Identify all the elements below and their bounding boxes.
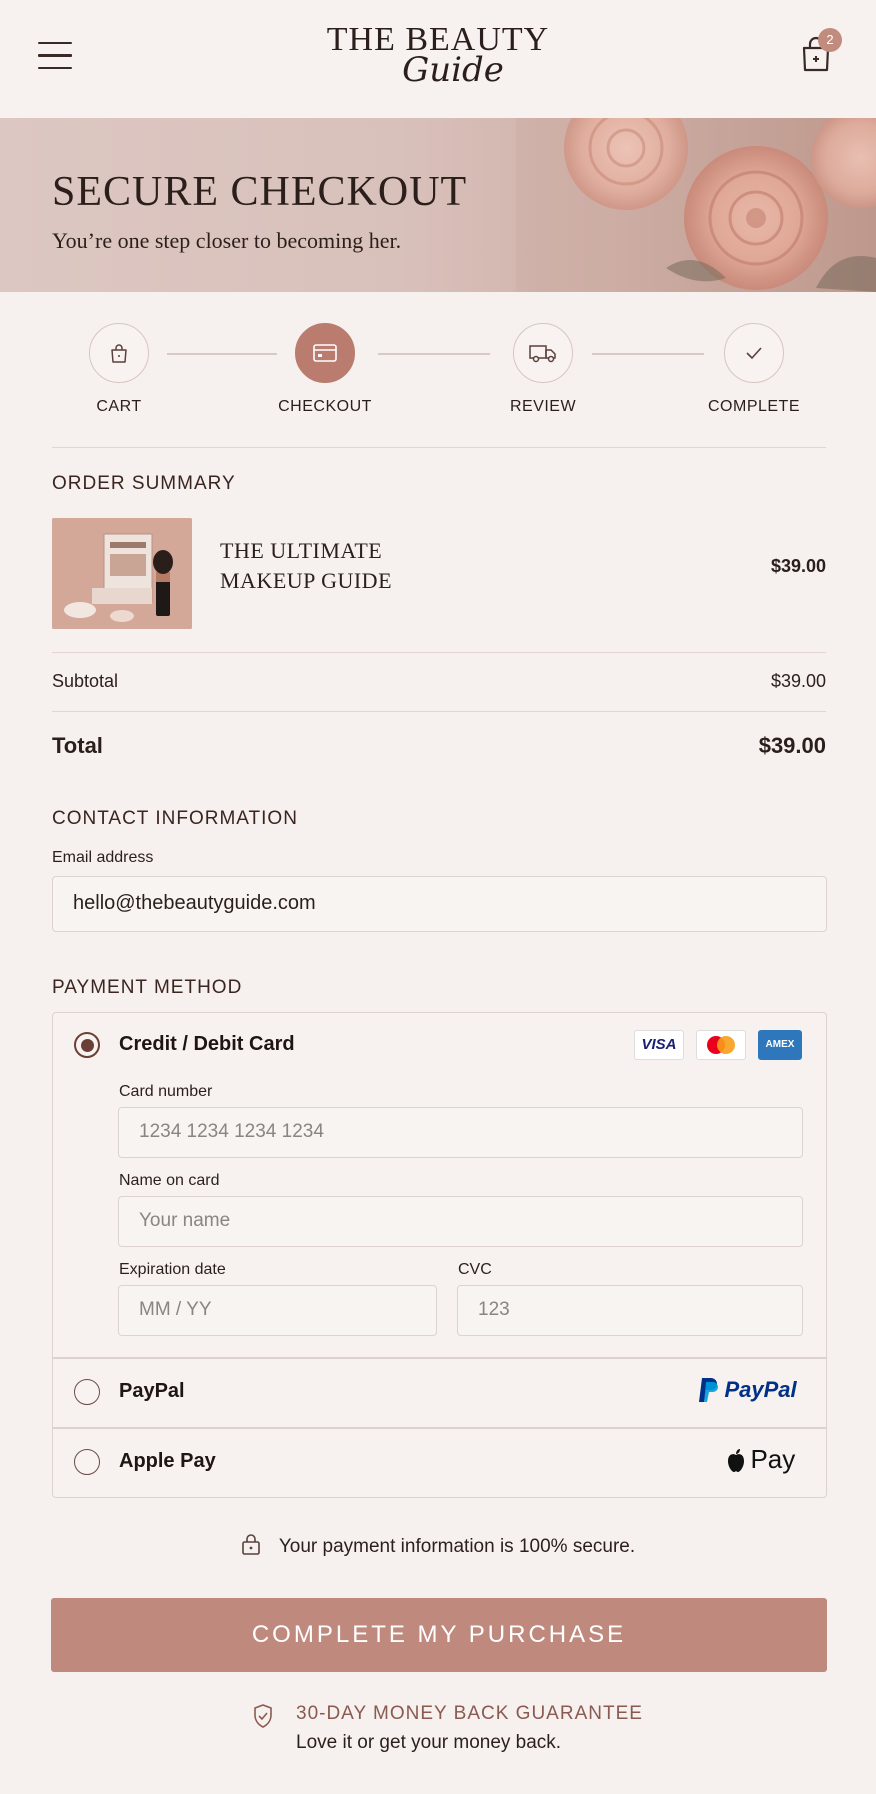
payment-divider	[52, 1427, 827, 1429]
step-cart-circle	[89, 323, 149, 383]
applepay-radio[interactable]	[74, 1449, 100, 1475]
expiration-label: Expiration date	[119, 1261, 226, 1278]
step-label: CART	[96, 398, 142, 415]
step-label: REVIEW	[509, 398, 577, 415]
email-field[interactable]: hello@thebeautyguide.com	[52, 876, 827, 932]
product-price: $39.00	[770, 556, 826, 576]
total-label: Total	[52, 733, 103, 758]
contact-title: CONTACT INFORMATION	[52, 808, 298, 829]
hero-banner: SECURE CHECKOUT You’re one step closer t…	[0, 118, 876, 292]
step-label: COMPLETE	[707, 398, 800, 415]
product-name-line: MAKEUP GUIDE	[220, 568, 393, 593]
shield-check-icon	[254, 1704, 272, 1728]
step-connector	[167, 353, 277, 355]
mastercard-icon	[696, 1030, 746, 1060]
amex-icon: AMEX	[758, 1030, 802, 1060]
product-image	[52, 518, 192, 629]
visa-logo-text: VISA	[641, 1036, 677, 1053]
card-icon	[313, 344, 337, 362]
truck-icon	[529, 345, 556, 363]
card-option-label[interactable]: Credit / Debit Card	[119, 1033, 295, 1056]
payment-title: PAYMENT METHOD	[52, 977, 243, 998]
step-review-circle	[513, 323, 573, 383]
step-checkout-circle	[295, 323, 355, 383]
subtotal-value: $39.00	[770, 671, 826, 691]
cart-button[interactable]: 2	[796, 28, 842, 74]
product-image-graphic	[52, 518, 192, 629]
cvc-label: CVC	[458, 1261, 492, 1278]
page-title: SECURE CHECKOUT	[52, 169, 468, 215]
expiration-field[interactable]: MM / YY	[118, 1285, 437, 1336]
product-name-line: THE ULTIMATE	[220, 538, 383, 563]
complete-purchase-button[interactable]: COMPLETE MY PURCHASE	[51, 1598, 827, 1672]
amex-logo-text: AMEX	[765, 1039, 795, 1050]
divider	[52, 711, 826, 712]
applepay-logo: Pay	[726, 1444, 795, 1475]
divider	[52, 447, 826, 448]
paypal-radio[interactable]	[74, 1379, 100, 1405]
card-radio[interactable]	[74, 1032, 100, 1058]
paypal-option-label[interactable]: PayPal	[119, 1380, 185, 1403]
step-connector	[592, 353, 704, 355]
page-subtitle: You’re one step closer to becoming her.	[52, 228, 402, 253]
lock-icon	[242, 1534, 260, 1555]
roses-image	[516, 118, 876, 292]
card-number-field[interactable]: 1234 1234 1234 1234	[118, 1107, 803, 1158]
logo-script: Guide	[402, 50, 504, 90]
name-on-card-label: Name on card	[119, 1172, 220, 1189]
check-icon	[746, 347, 762, 360]
step-label: CHECKOUT	[278, 398, 372, 415]
paypal-logo-text: PayPal	[724, 1377, 797, 1402]
step-connector	[378, 353, 490, 355]
name-on-card-field[interactable]: Your name	[118, 1196, 803, 1247]
product-name: THE ULTIMATE MAKEUP GUIDE	[220, 536, 460, 596]
payment-divider	[52, 1357, 827, 1359]
guarantee-subtitle: Love it or get your money back.	[296, 1732, 562, 1753]
card-number-label: Card number	[119, 1083, 213, 1100]
paypal-logo: PayPal	[698, 1376, 797, 1406]
divider	[52, 652, 826, 653]
bag-icon	[111, 344, 127, 363]
step-complete-circle	[724, 323, 784, 383]
visa-icon: VISA	[634, 1030, 684, 1060]
applepay-option-label[interactable]: Apple Pay	[119, 1450, 216, 1473]
guarantee-title: 30-DAY MONEY BACK GUARANTEE	[296, 1703, 643, 1724]
logo[interactable]: THE BEAUTY Guide	[0, 20, 876, 90]
email-label: Email address	[52, 849, 154, 866]
cvc-field[interactable]: 123	[457, 1285, 803, 1336]
secure-note: Your payment information is 100% secure.	[0, 1532, 876, 1558]
order-summary-title: ORDER SUMMARY	[52, 473, 236, 494]
applepay-logo-text: Pay	[750, 1444, 796, 1474]
subtotal-label: Subtotal	[52, 671, 119, 691]
header: THE BEAUTY Guide 2	[0, 0, 876, 118]
cart-count-badge: 2	[818, 28, 842, 52]
paypal-icon	[699, 1378, 718, 1402]
total-value: $39.00	[758, 733, 826, 758]
secure-text: Your payment information is 100% secure.	[278, 1536, 636, 1557]
apple-icon	[728, 1448, 744, 1472]
